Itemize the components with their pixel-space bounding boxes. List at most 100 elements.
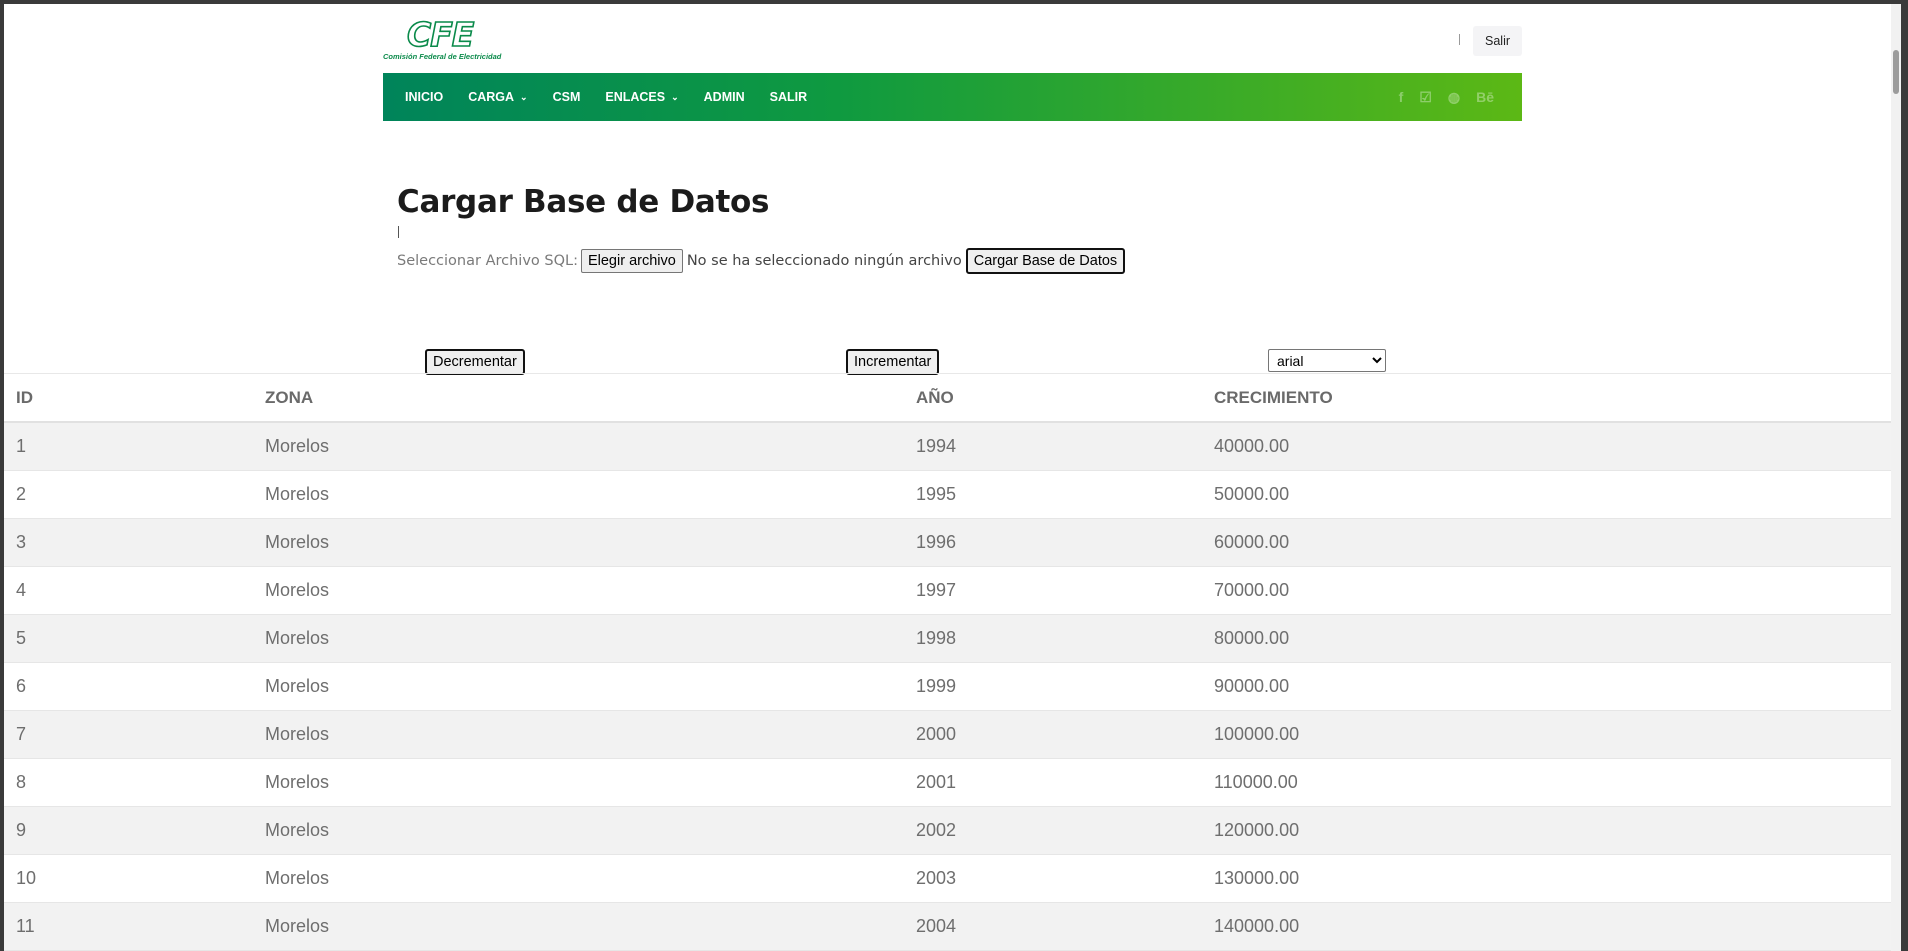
cell-ano: 2000	[916, 710, 1214, 759]
chevron-down-icon: ⌄	[520, 91, 528, 102]
cell-crecimiento: 120000.00	[1214, 806, 1891, 855]
cell-zona: Morelos	[265, 614, 916, 663]
cell-zona: Morelos	[265, 470, 916, 519]
cell-ano: 2003	[916, 854, 1214, 903]
nav-item-label: CSM	[552, 90, 581, 104]
nav-item-inicio[interactable]: INICIO	[405, 90, 443, 104]
cell-id: 2	[4, 470, 265, 519]
cell-ano: 2002	[916, 806, 1214, 855]
cell-zona: Morelos	[265, 758, 916, 807]
choose-file-button[interactable]: Elegir archivo	[580, 249, 683, 273]
page-scrollbar[interactable]	[1891, 4, 1901, 951]
behance-icon[interactable]: Bē	[1476, 89, 1494, 105]
cell-crecimiento: 70000.00	[1214, 566, 1891, 615]
facebook-icon[interactable]: f	[1399, 89, 1404, 105]
nav-item-salir[interactable]: SALIR	[770, 90, 808, 104]
dribbble-icon[interactable]: ◍	[1448, 89, 1460, 106]
logout-button[interactable]: Salir	[1473, 26, 1523, 56]
page-title: Cargar Base de Datos	[397, 184, 770, 220]
cell-ano: 1999	[916, 662, 1214, 711]
cell-id: 11	[4, 902, 265, 951]
cell-id: 1	[4, 422, 265, 471]
table-row: 11 Morelos 2004 140000.00	[4, 902, 1891, 951]
table-row: 10 Morelos 2003 130000.00	[4, 854, 1891, 903]
table-header-row: ID ZONA AÑO CRECIMIENTO	[4, 373, 1891, 423]
column-header-crecimiento[interactable]: CRECIMIENTO	[1214, 373, 1891, 423]
header-divider	[1459, 34, 1460, 45]
social-links: f ☑ ◍ Bē	[1399, 73, 1494, 121]
nav-item-label: INICIO	[405, 90, 444, 104]
cell-id: 4	[4, 566, 265, 615]
upload-form: Seleccionar Archivo SQL: Elegir archivo …	[397, 246, 1126, 276]
cell-zona: Morelos	[265, 902, 916, 951]
decrement-font-button[interactable]: Decrementar	[425, 349, 525, 375]
cell-ano: 2001	[916, 758, 1214, 807]
table-row: 4 Morelos 1997 70000.00	[4, 566, 1891, 615]
file-label: Seleccionar Archivo SQL:	[397, 253, 578, 269]
table-row: 3 Morelos 1996 60000.00	[4, 518, 1891, 567]
cell-crecimiento: 60000.00	[1214, 518, 1891, 567]
nav-item-label: CARGA	[468, 90, 515, 104]
browser-viewport: CFE Comisión Federal de Electricidad Sal…	[4, 4, 1901, 951]
cell-id: 3	[4, 518, 265, 567]
cell-id: 8	[4, 758, 265, 807]
font-select[interactable]: arial	[1268, 349, 1386, 372]
upload-database-button[interactable]: Cargar Base de Datos	[965, 248, 1126, 274]
cell-ano: 1996	[916, 518, 1214, 567]
twitter-icon[interactable]: ☑	[1419, 89, 1432, 106]
cell-zona: Morelos	[265, 854, 916, 903]
cell-zona: Morelos	[265, 422, 916, 471]
no-file-text: No se ha seleccionado ningún archivo	[686, 253, 962, 269]
logo-subtitle: Comisión Federal de Electricidad	[383, 52, 502, 61]
main-navbar: INICIO CARGA ⌄ CSM ENLACES ⌄ ADMIN SALIR f ☑ ◍ Bē	[383, 73, 1522, 121]
column-header-ano[interactable]: AÑO	[916, 373, 1214, 423]
nav-item-csm[interactable]: CSM	[553, 90, 581, 104]
nav-menu: INICIO CARGA ⌄ CSM ENLACES ⌄ ADMIN SALIR	[405, 73, 832, 121]
logo-mark: CFE	[406, 15, 475, 54]
cell-ano: 1998	[916, 614, 1214, 663]
cell-crecimiento: 90000.00	[1214, 662, 1891, 711]
nav-item-label: ENLACES	[605, 90, 666, 104]
cell-id: 5	[4, 614, 265, 663]
scrollbar-thumb[interactable]	[1893, 50, 1899, 94]
cell-crecimiento: 50000.00	[1214, 470, 1891, 519]
cell-ano: 1994	[916, 422, 1214, 471]
table-row: 8 Morelos 2001 110000.00	[4, 758, 1891, 807]
nav-item-label: SALIR	[769, 90, 808, 104]
text-cursor	[398, 226, 399, 238]
increment-font-button[interactable]: Incrementar	[846, 349, 940, 375]
column-header-id[interactable]: ID	[4, 373, 265, 423]
cell-crecimiento: 80000.00	[1214, 614, 1891, 663]
nav-item-carga[interactable]: CARGA ⌄	[468, 90, 527, 104]
cell-ano: 2004	[916, 902, 1214, 951]
table-row: 2 Morelos 1995 50000.00	[4, 470, 1891, 519]
table-row: 1 Morelos 1994 40000.00	[4, 422, 1891, 471]
chevron-down-icon: ⌄	[671, 91, 679, 102]
cell-id: 10	[4, 854, 265, 903]
cell-ano: 1995	[916, 470, 1214, 519]
data-table: ID ZONA AÑO CRECIMIENTO 1 Morelos 1994 4000…	[4, 373, 1891, 951]
cell-zona: Morelos	[265, 662, 916, 711]
cell-crecimiento: 100000.00	[1214, 710, 1891, 759]
cell-zona: Morelos	[265, 806, 916, 855]
cell-id: 6	[4, 662, 265, 711]
cell-id: 9	[4, 806, 265, 855]
cell-ano: 1997	[916, 566, 1214, 615]
cell-zona: Morelos	[265, 518, 916, 567]
cfe-logo[interactable]: CFE Comisión Federal de Electricidad	[383, 15, 501, 65]
cell-crecimiento: 130000.00	[1214, 854, 1891, 903]
nav-item-label: ADMIN	[703, 90, 745, 104]
nav-item-enlaces[interactable]: ENLACES ⌄	[605, 90, 678, 104]
cell-zona: Morelos	[265, 710, 916, 759]
cell-zona: Morelos	[265, 566, 916, 615]
table-row: 6 Morelos 1999 90000.00	[4, 662, 1891, 711]
cell-id: 7	[4, 710, 265, 759]
table-body: 1 Morelos 1994 40000.00 2 Morelos 1995 50000.00…	[4, 422, 1891, 951]
nav-item-admin[interactable]: ADMIN	[704, 90, 745, 104]
table-row: 5 Morelos 1998 80000.00	[4, 614, 1891, 663]
cell-crecimiento: 40000.00	[1214, 422, 1891, 471]
table-row: 9 Morelos 2002 120000.00	[4, 806, 1891, 855]
cell-crecimiento: 140000.00	[1214, 902, 1891, 951]
column-header-zona[interactable]: ZONA	[265, 373, 916, 423]
cell-crecimiento: 110000.00	[1214, 758, 1891, 807]
